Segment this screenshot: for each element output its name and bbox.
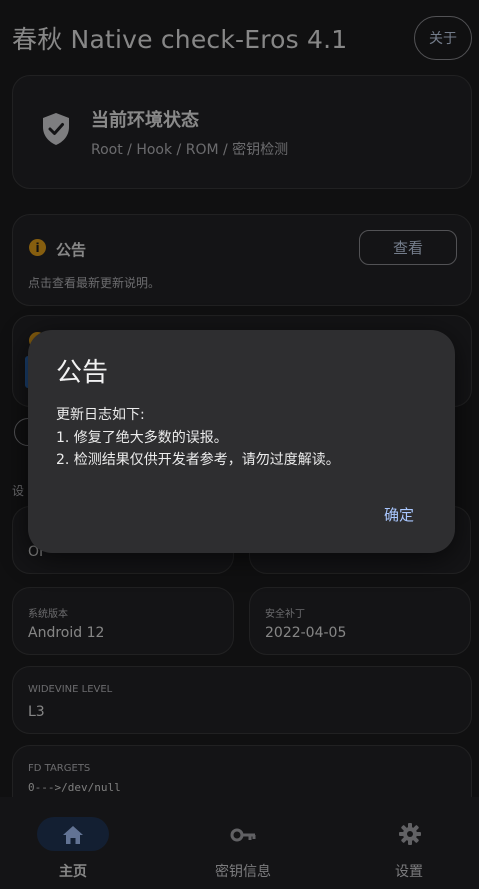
announcement-dialog: 公告 更新日志如下: 1. 修复了绝大多数的误报。 2. 检测结果仅供开发者参考… — [28, 330, 455, 553]
dialog-body: 更新日志如下: 1. 修复了绝大多数的误报。 2. 检测结果仅供开发者参考，请勿… — [56, 404, 340, 472]
dialog-line: 1. 修复了绝大多数的误报。 — [56, 429, 228, 446]
confirm-button[interactable]: 确定 — [364, 500, 434, 528]
dialog-title: 公告 — [56, 358, 109, 388]
dialog-line: 2. 检测结果仅供开发者参考，请勿过度解读。 — [56, 452, 340, 468]
dialog-line: 更新日志如下: — [56, 407, 145, 423]
